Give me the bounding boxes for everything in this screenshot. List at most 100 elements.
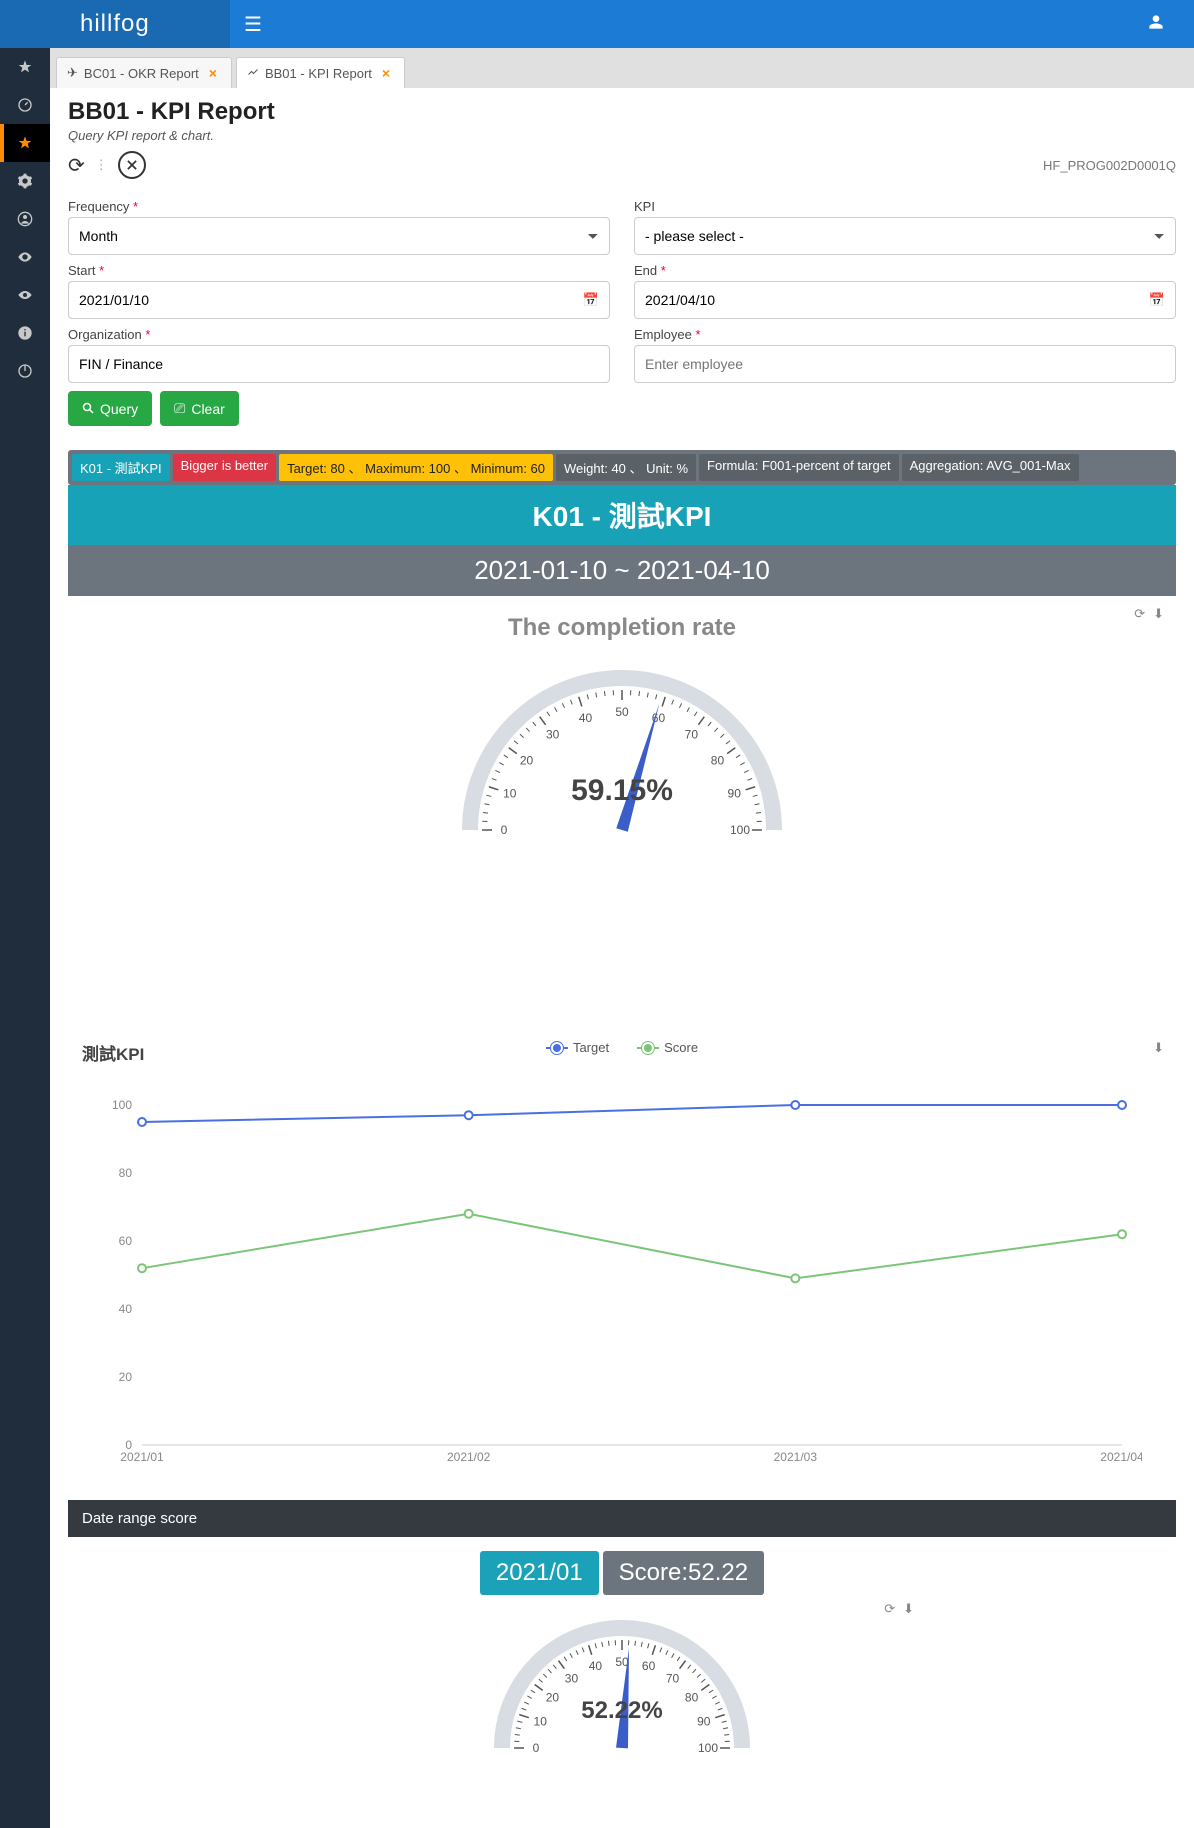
download-chart-icon[interactable]: ⬇	[1153, 606, 1164, 622]
sidebar-star-icon[interactable]	[0, 48, 50, 86]
pill-target: Target: 80 、 Maximum: 100 、 Minimum: 60	[279, 454, 553, 481]
score-date-tag: 2021/01	[480, 1551, 599, 1595]
organization-label: Organization *	[68, 327, 610, 342]
svg-text:80: 80	[711, 754, 725, 768]
pill-bigger: Bigger is better	[173, 454, 276, 481]
page-subtitle: Query KPI report & chart.	[68, 128, 1176, 143]
svg-text:52.22%: 52.22%	[581, 1697, 662, 1724]
clear-button[interactable]: ⎚ Clear	[160, 391, 239, 426]
svg-text:100: 100	[730, 823, 750, 837]
gauge-chart: 010203040506070809010059.15%	[68, 650, 1176, 870]
start-date-input[interactable]: 📅	[68, 281, 610, 319]
chart-legend: Target Score	[546, 1040, 698, 1055]
kpi-title-banner: K01 - 測試KPI	[68, 485, 1176, 545]
svg-text:0: 0	[533, 1741, 540, 1755]
refresh-icon[interactable]: ⟳	[68, 153, 85, 178]
pill-formula: Formula: F001-percent of target	[699, 454, 899, 481]
query-button[interactable]: Query	[68, 391, 152, 426]
svg-text:70: 70	[666, 1671, 680, 1685]
close-icon[interactable]: ×	[209, 65, 217, 81]
svg-text:20: 20	[520, 754, 534, 768]
more-icon[interactable]: ⋮	[95, 157, 108, 173]
sidebar-user-icon[interactable]	[0, 200, 50, 238]
gauge-title: The completion rate	[68, 614, 1176, 642]
pill-aggregation: Aggregation: AVG_001-Max	[902, 454, 1079, 481]
svg-text:2021/03: 2021/03	[774, 1450, 818, 1464]
svg-text:90: 90	[697, 1714, 711, 1728]
tab-kpi-report[interactable]: BB01 - KPI Report ×	[236, 57, 405, 88]
svg-text:30: 30	[546, 728, 560, 742]
employee-input[interactable]	[634, 345, 1176, 383]
brand: hillfog	[0, 0, 230, 48]
svg-text:100: 100	[698, 1741, 718, 1755]
tab-label: BB01 - KPI Report	[265, 66, 372, 81]
top-bar: hillfog ☰	[0, 0, 1194, 48]
svg-text:30: 30	[565, 1671, 579, 1685]
sidebar-info-icon[interactable]	[0, 314, 50, 352]
end-date-input[interactable]: 📅	[634, 281, 1176, 319]
gauge-small-area: ⟳ ⬇ 010203040506070809010052.22%	[50, 1603, 1194, 1763]
date-range-score-bar: Date range score	[68, 1500, 1176, 1537]
svg-text:90: 90	[728, 787, 742, 801]
score-tags: 2021/01 Score:52.22	[50, 1551, 1194, 1595]
sidebar-eye-icon[interactable]	[0, 238, 50, 276]
start-label: Start *	[68, 263, 610, 278]
calendar-icon: 📅	[583, 292, 599, 308]
download-chart-icon[interactable]: ⬇	[903, 1601, 914, 1617]
sidebar-power-icon[interactable]	[0, 352, 50, 390]
pill-weight: Weight: 40 、 Unit: %	[556, 454, 696, 481]
sidebar-gear-icon[interactable]	[0, 162, 50, 200]
svg-text:40: 40	[579, 711, 593, 725]
svg-text:100: 100	[112, 1098, 132, 1112]
sidebar-star-active-icon[interactable]	[0, 124, 50, 162]
program-id: HF_PROG002D0001Q	[1043, 158, 1176, 173]
svg-text:50: 50	[615, 705, 629, 719]
svg-text:2021/01: 2021/01	[120, 1450, 164, 1464]
line-chart: 0204060801002021/012021/022021/032021/04	[82, 1065, 1142, 1485]
chart-icon	[247, 66, 259, 81]
organization-input[interactable]	[68, 345, 610, 383]
frequency-label: Frequency *	[68, 199, 610, 214]
kpi-label: KPI	[634, 199, 1176, 214]
kpi-info-bar: K01 - 測試KPI Bigger is better Target: 80 …	[68, 450, 1176, 485]
line-chart-area: 測試KPI Target Score ⬇ 0204060801002021/01…	[50, 1030, 1194, 1492]
svg-text:60: 60	[642, 1659, 656, 1673]
close-icon[interactable]: ×	[382, 65, 390, 81]
sidebar-dashboard-icon[interactable]	[0, 86, 50, 124]
refresh-chart-icon[interactable]: ⟳	[1134, 606, 1145, 622]
result-section: K01 - 測試KPI Bigger is better Target: 80 …	[68, 450, 1176, 596]
date-range-banner: 2021-01-10 ~ 2021-04-10	[68, 545, 1176, 596]
paper-plane-icon: ✈	[67, 65, 78, 81]
svg-text:20: 20	[546, 1690, 560, 1704]
svg-text:40: 40	[119, 1302, 133, 1316]
svg-text:80: 80	[119, 1166, 133, 1180]
sidebar-view-icon[interactable]	[0, 276, 50, 314]
user-icon[interactable]	[1148, 14, 1164, 35]
svg-text:60: 60	[119, 1234, 133, 1248]
content-area: ✈ BC01 - OKR Report × BB01 - KPI Report …	[50, 48, 1194, 1763]
kpi-select[interactable]: - please select -	[634, 217, 1176, 255]
refresh-chart-icon[interactable]: ⟳	[884, 1601, 895, 1617]
menu-toggle-icon[interactable]: ☰	[244, 12, 262, 37]
sidebar	[0, 48, 50, 1828]
svg-text:59.15%: 59.15%	[571, 774, 673, 807]
tab-okr-report[interactable]: ✈ BC01 - OKR Report ×	[56, 57, 232, 88]
close-tool-button[interactable]	[118, 151, 146, 179]
frequency-select[interactable]: Month	[68, 217, 610, 255]
score-value-tag: Score:52.22	[603, 1551, 764, 1595]
employee-label: Employee *	[634, 327, 1176, 342]
svg-text:20: 20	[119, 1370, 133, 1384]
page-title: BB01 - KPI Report	[68, 98, 1176, 126]
svg-text:70: 70	[685, 728, 699, 742]
clear-icon: ⎚	[174, 400, 185, 417]
svg-text:80: 80	[685, 1690, 699, 1704]
download-chart-icon[interactable]: ⬇	[1153, 1040, 1164, 1056]
tab-label: BC01 - OKR Report	[84, 66, 199, 81]
svg-text:10: 10	[534, 1714, 548, 1728]
svg-text:40: 40	[589, 1659, 603, 1673]
query-form: Frequency * Month KPI - please select - …	[50, 189, 1194, 436]
calendar-icon: 📅	[1149, 292, 1165, 308]
tab-bar: ✈ BC01 - OKR Report × BB01 - KPI Report …	[50, 48, 1194, 88]
search-icon	[82, 401, 94, 417]
pill-kpi: K01 - 測試KPI	[72, 454, 170, 481]
